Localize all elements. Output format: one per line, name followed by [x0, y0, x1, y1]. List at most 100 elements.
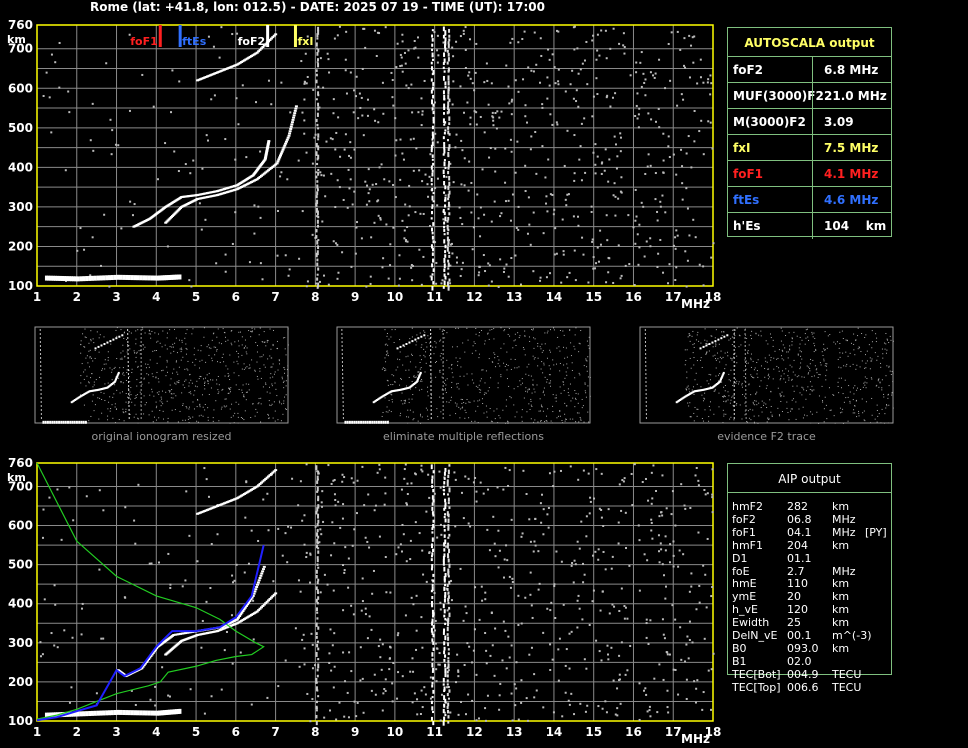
noise-dot	[420, 124, 423, 127]
noise-dot	[557, 679, 560, 682]
trace-point	[139, 275, 143, 281]
thumb-noise	[483, 394, 485, 396]
thumb-noise	[162, 369, 164, 371]
thumb-noise	[878, 386, 880, 388]
noise-dot	[629, 644, 632, 647]
thumb-noise	[121, 357, 123, 359]
interference-line	[444, 467, 447, 472]
thumb-noise	[876, 384, 878, 386]
thumb-noise	[761, 400, 763, 402]
noise-dot	[373, 108, 376, 111]
thumb-noise	[544, 343, 546, 345]
trace-point	[254, 588, 258, 591]
thumb-noise	[229, 422, 231, 424]
thumb-noise	[822, 355, 824, 357]
thumb-noise	[478, 335, 480, 337]
thumb-noise	[880, 422, 882, 424]
noise-dot	[385, 223, 388, 226]
marker-label-fof2: foF2	[238, 35, 266, 48]
noise-dot	[148, 562, 151, 565]
thumb-noise	[539, 410, 541, 412]
noise-dot	[683, 37, 686, 40]
noise-dot	[677, 693, 680, 696]
noise-dot	[565, 204, 568, 207]
thumb-noise	[88, 420, 90, 422]
thumb-noise	[270, 405, 272, 407]
thumb-noise	[721, 331, 723, 333]
noise-dot	[417, 36, 420, 39]
noise-dot	[584, 710, 587, 713]
thumb-noise	[471, 379, 473, 381]
thumb-noise	[283, 380, 285, 382]
noise-dot	[341, 480, 344, 483]
interference-line	[446, 683, 449, 686]
thumb-noise	[408, 416, 410, 418]
interference-line	[317, 566, 320, 569]
noise-dot	[627, 214, 630, 217]
thumb-noise	[542, 392, 544, 394]
interference-line	[315, 98, 318, 101]
noise-dot	[647, 153, 650, 156]
interference-line	[447, 715, 450, 719]
noise-dot	[316, 61, 319, 64]
thumb-noise	[805, 398, 807, 400]
interference-line	[430, 177, 433, 182]
noise-dot	[189, 172, 192, 175]
noise-dot	[505, 667, 508, 670]
thumb-es-trace	[49, 420, 52, 424]
thumb-noise	[856, 389, 858, 391]
noise-dot	[396, 42, 399, 45]
noise-dot	[524, 190, 527, 193]
thumb-noise	[852, 399, 854, 401]
thumb-noise	[88, 342, 90, 344]
interference-line	[444, 573, 447, 578]
noise-dot	[539, 276, 542, 279]
noise-dot	[686, 259, 689, 262]
noise-dot	[656, 219, 659, 222]
thumb-noise	[559, 362, 561, 364]
thumb-noise	[485, 392, 487, 394]
noise-dot	[56, 488, 59, 491]
noise-dot	[502, 270, 505, 273]
thumb-noise	[471, 373, 473, 375]
thumb-noise	[279, 363, 281, 365]
noise-dot	[620, 587, 623, 590]
x-tick-label: 14	[546, 290, 563, 304]
thumb-noise	[866, 377, 868, 379]
interference-line	[431, 658, 434, 661]
thumb-noise	[714, 337, 716, 339]
noise-dot	[608, 257, 611, 260]
thumb-noise	[91, 373, 93, 375]
noise-dot	[608, 612, 611, 615]
ionogram-screen: { "header":{"title":"Rome (lat: +41.8, l…	[0, 0, 968, 748]
thumb-noise	[255, 408, 257, 410]
interference-line	[317, 647, 320, 651]
noise-dot	[487, 284, 490, 287]
noise-dot	[573, 134, 576, 137]
noise-dot	[415, 629, 418, 632]
thumb-noise	[204, 382, 206, 384]
thumb-noise	[784, 347, 786, 349]
noise-dot	[427, 195, 430, 198]
thumb-noise	[246, 353, 248, 355]
thumb-noise	[564, 357, 566, 359]
interference-line	[447, 80, 450, 86]
thumb-es-trace	[64, 420, 67, 424]
thumb-noise	[234, 412, 236, 414]
noise-dot	[507, 275, 510, 278]
thumb-noise	[249, 364, 251, 366]
thumb-noise	[529, 340, 531, 342]
thumb-noise	[237, 422, 239, 424]
thumb-noise	[173, 350, 175, 352]
thumb-noise	[587, 411, 589, 413]
noise-dot	[557, 68, 560, 71]
thumb-noise	[689, 340, 691, 342]
noise-dot	[591, 39, 594, 42]
noise-dot	[492, 116, 495, 119]
interference-line	[432, 116, 435, 122]
trace-point	[255, 585, 259, 588]
thumb-noise	[427, 335, 429, 337]
thumb-noise	[525, 387, 527, 389]
thumb-noise	[90, 377, 92, 379]
thumb-es-trace	[78, 420, 81, 424]
